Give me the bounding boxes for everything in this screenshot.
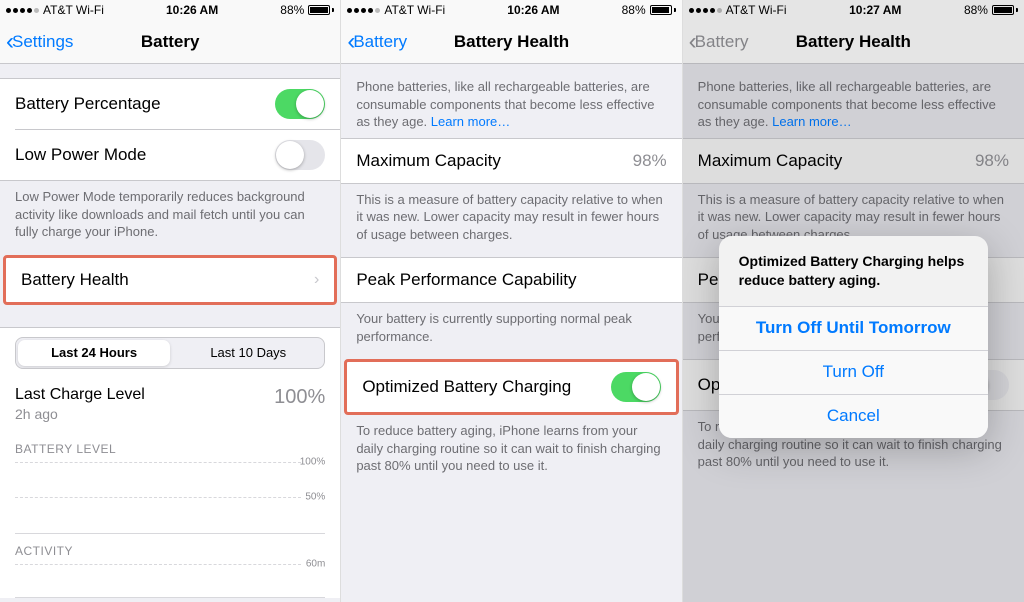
action-sheet: Optimized Battery Charging helps reduce …	[719, 236, 988, 438]
last-charge-ago: 2h ago	[15, 406, 145, 422]
last-charge: Last Charge Level 2h ago 100%	[0, 378, 340, 432]
page-title: Battery	[141, 32, 200, 52]
seg-last-10d[interactable]: Last 10 Days	[172, 338, 324, 368]
carrier-label: AT&T Wi-Fi	[384, 3, 445, 17]
intro-text: Phone batteries, like all rechargeable b…	[341, 64, 681, 138]
cell-label: Maximum Capacity	[698, 151, 843, 171]
seg-last-24h[interactable]: Last 24 Hours	[18, 340, 170, 366]
toggle-battery-percentage[interactable]	[275, 89, 325, 119]
last-charge-value: 100%	[274, 386, 325, 409]
cell-label: Maximum Capacity	[356, 151, 501, 171]
screen-battery-health-sheet: AT&T Wi-Fi 10:27 AM 88% ‹Battery Battery…	[683, 0, 1024, 602]
obc-footer: To reduce battery aging, iPhone learns f…	[341, 415, 681, 489]
lpm-footer: Low Power Mode temporarily reduces backg…	[0, 181, 340, 255]
sheet-turn-off[interactable]: Turn Off	[719, 350, 988, 394]
battery-percent: 88%	[622, 3, 646, 17]
back-button[interactable]: ‹Battery	[347, 30, 407, 54]
learn-more-link: Learn more…	[772, 114, 851, 129]
peak-footer: Your battery is currently supporting nor…	[341, 303, 681, 359]
status-bar: AT&T Wi-Fi 10:26 AM 88%	[0, 0, 340, 20]
back-label: Battery	[353, 32, 407, 52]
signal-strength-icon	[347, 8, 380, 13]
axis-100: 100%	[300, 456, 326, 467]
row-optimized-charging[interactable]: Optimized Battery Charging	[347, 362, 675, 412]
back-label: Battery	[695, 32, 749, 52]
max-capacity-footer: This is a measure of battery capacity re…	[341, 184, 681, 258]
battery-percent: 88%	[280, 3, 304, 17]
sheet-turn-off-until-tomorrow[interactable]: Turn Off Until Tomorrow	[719, 306, 988, 350]
signal-strength-icon	[689, 8, 722, 13]
cell-label: Peak Performance Capability	[356, 270, 576, 290]
cell-label: Battery Health	[21, 270, 129, 290]
nav-bar: ‹Settings Battery	[0, 20, 340, 64]
row-low-power-mode[interactable]: Low Power Mode	[15, 129, 340, 180]
max-capacity-value: 98%	[975, 151, 1009, 171]
axis-50: 50%	[305, 492, 325, 503]
toggle-optimized-charging[interactable]	[611, 372, 661, 402]
clock: 10:27 AM	[849, 3, 901, 17]
carrier-label: AT&T Wi-Fi	[43, 3, 104, 17]
signal-strength-icon	[6, 8, 39, 13]
back-label: Settings	[12, 32, 73, 52]
chevron-right-icon: ›	[314, 271, 319, 289]
battery-icon	[650, 5, 676, 15]
status-bar: AT&T Wi-Fi 10:27 AM 88%	[683, 0, 1024, 20]
row-peak-performance: Peak Performance Capability	[341, 258, 681, 302]
intro-text: Phone batteries, like all rechargeable b…	[683, 64, 1024, 138]
axis-60m: 60m	[306, 558, 325, 569]
battery-percent: 88%	[964, 3, 988, 17]
row-battery-percentage[interactable]: Battery Percentage	[0, 79, 340, 129]
back-button[interactable]: ‹Settings	[6, 30, 73, 54]
cell-label: Battery Percentage	[15, 94, 161, 114]
nav-bar: ‹Battery Battery Health	[683, 20, 1024, 64]
time-range-segmented[interactable]: Last 24 Hours Last 10 Days	[15, 337, 325, 369]
last-charge-label: Last Charge Level	[15, 386, 145, 404]
nav-bar: ‹Battery Battery Health	[341, 20, 681, 64]
learn-more-link[interactable]: Learn more…	[431, 114, 510, 129]
screen-battery: AT&T Wi-Fi 10:26 AM 88% ‹Settings Batter…	[0, 0, 341, 602]
battery-level-heading: BATTERY LEVEL	[15, 442, 325, 456]
page-title: Battery Health	[454, 32, 569, 52]
cell-label: Optimized Battery Charging	[362, 377, 571, 397]
screen-battery-health: AT&T Wi-Fi 10:26 AM 88% ‹Battery Battery…	[341, 0, 682, 602]
cell-label: Low Power Mode	[15, 145, 146, 165]
sheet-cancel[interactable]: Cancel	[719, 394, 988, 438]
content: Battery Percentage Low Power Mode Low Po…	[0, 64, 340, 602]
carrier-label: AT&T Wi-Fi	[726, 3, 787, 17]
max-capacity-value: 98%	[633, 151, 667, 171]
clock: 10:26 AM	[507, 3, 559, 17]
activity-chart: 60m	[15, 564, 325, 598]
battery-icon	[992, 5, 1018, 15]
row-max-capacity: Maximum Capacity 98%	[683, 139, 1024, 183]
toggle-low-power-mode[interactable]	[275, 140, 325, 170]
battery-level-chart: 100% 50%	[15, 462, 325, 534]
battery-icon	[308, 5, 334, 15]
row-battery-health[interactable]: Battery Health ›	[6, 258, 334, 302]
back-button: ‹Battery	[689, 30, 749, 54]
page-title: Battery Health	[796, 32, 911, 52]
activity-heading: ACTIVITY	[15, 544, 325, 558]
row-max-capacity: Maximum Capacity 98%	[341, 139, 681, 183]
status-bar: AT&T Wi-Fi 10:26 AM 88%	[341, 0, 681, 20]
clock: 10:26 AM	[166, 3, 218, 17]
sheet-message: Optimized Battery Charging helps reduce …	[719, 236, 988, 306]
content: Phone batteries, like all rechargeable b…	[341, 64, 681, 602]
